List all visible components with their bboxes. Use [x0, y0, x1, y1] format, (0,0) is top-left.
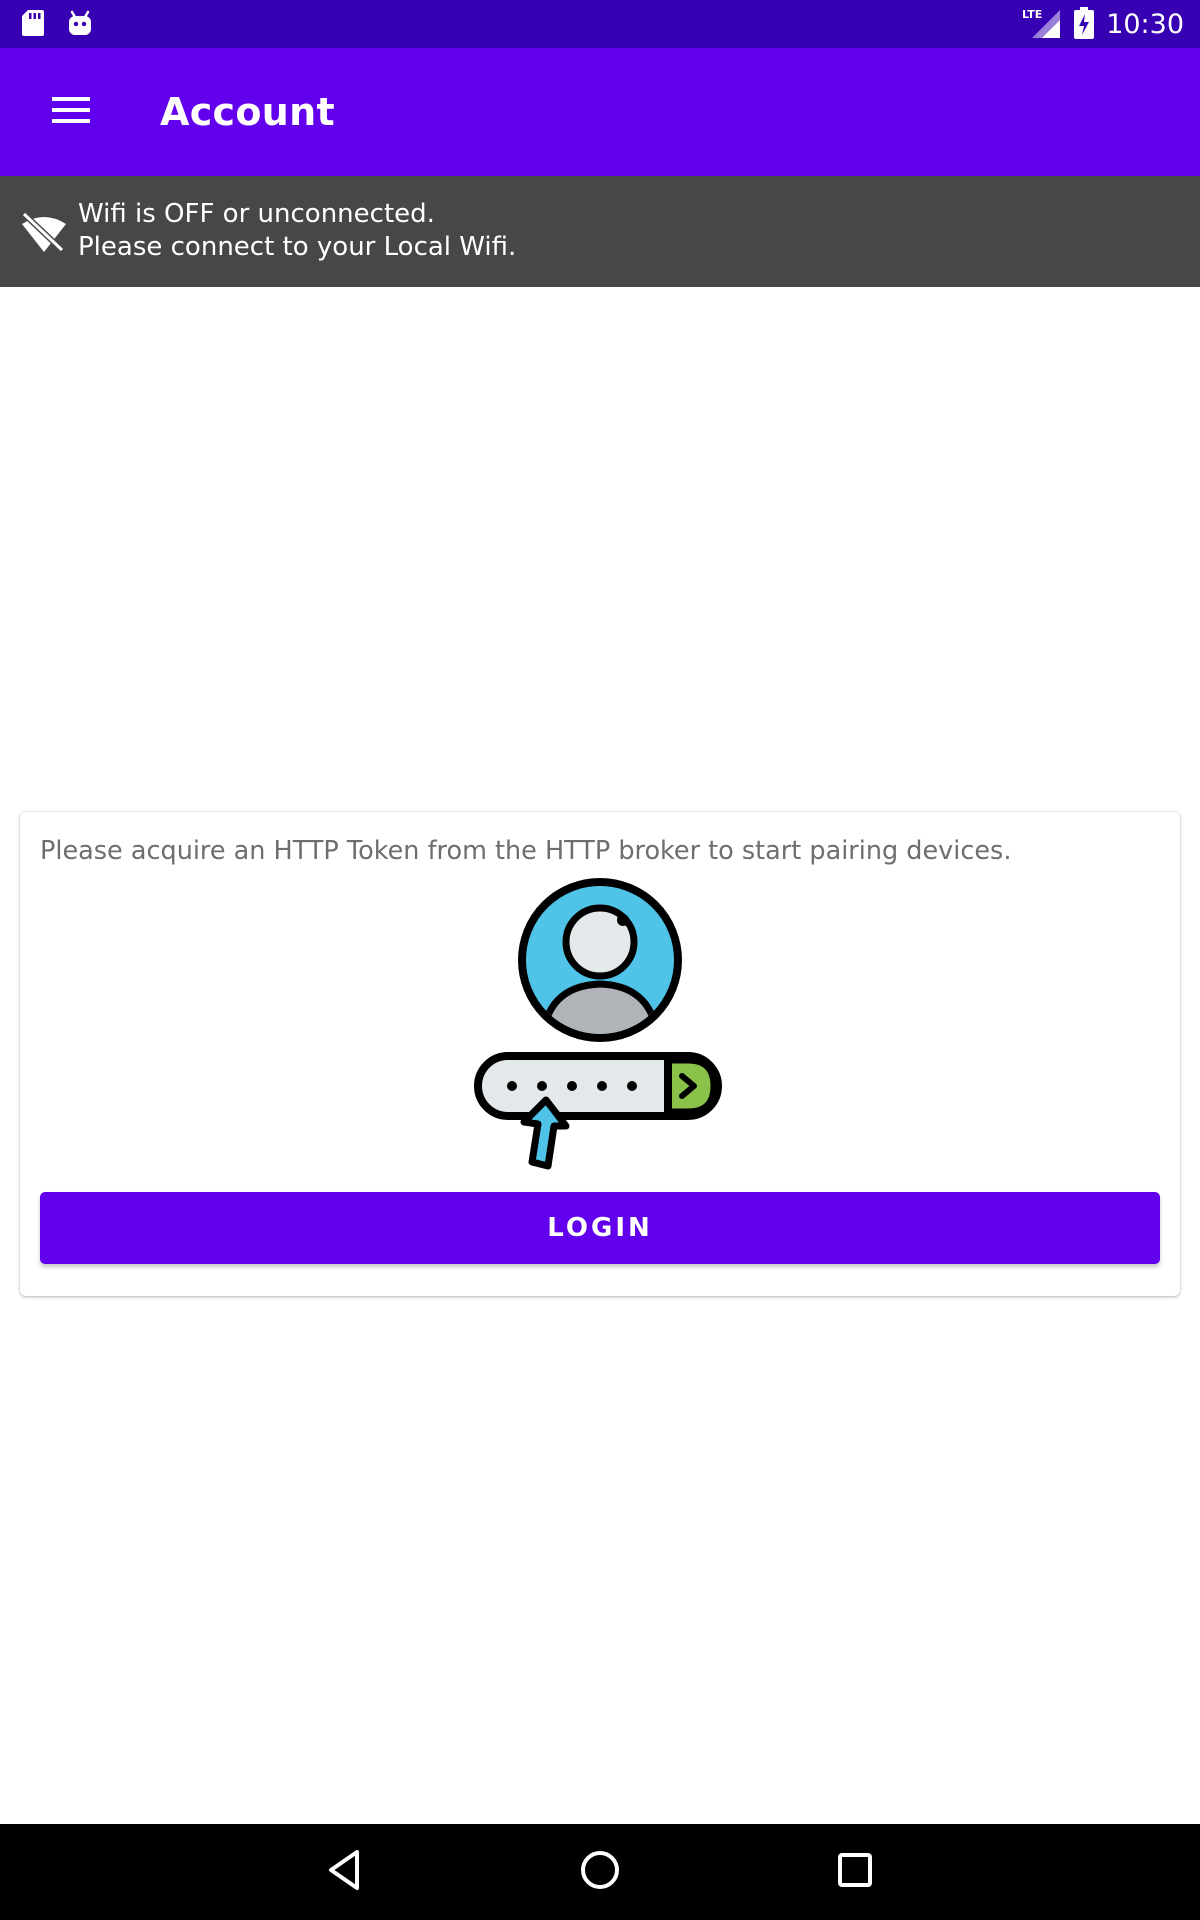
token-instruction-text: Please acquire an HTTP Token from the HT…: [40, 836, 1012, 866]
navigation-bar: [0, 1824, 1200, 1920]
wifi-off-icon: [20, 208, 68, 256]
user-login-password-icon: [472, 876, 732, 1176]
wifi-status-line-1: Wifi is OFF or unconnected.: [78, 199, 435, 229]
home-button[interactable]: [570, 1844, 630, 1900]
login-button[interactable]: LOGIN: [40, 1192, 1160, 1264]
recents-button[interactable]: [825, 1844, 885, 1900]
lte-signal-icon: LTE: [1022, 6, 1062, 44]
sd-card-icon: [20, 8, 46, 42]
android-icon: [66, 8, 94, 42]
menu-button[interactable]: [40, 88, 104, 136]
hamburger-menu-icon: [52, 96, 92, 128]
battery-charging-icon: [1074, 7, 1095, 43]
status-time: 10:30: [1106, 9, 1184, 40]
home-icon: [578, 1848, 622, 1896]
back-button[interactable]: [315, 1844, 375, 1900]
wifi-status-line-2: Please connect to your Local Wifi.: [78, 232, 517, 262]
svg-text:LTE: LTE: [1022, 8, 1042, 21]
wifi-status-text: Wifi is OFF or unconnected. Please conne…: [78, 198, 516, 264]
login-card: Please acquire an HTTP Token from the HT…: [20, 812, 1180, 1296]
recents-icon: [835, 1850, 875, 1894]
back-icon: [325, 1848, 365, 1896]
page-title: Account: [160, 90, 335, 134]
wifi-status-banner: Wifi is OFF or unconnected. Please conne…: [0, 176, 1200, 287]
status-bar: LTE 10:30: [0, 0, 1200, 48]
app-bar: Account: [0, 48, 1200, 176]
